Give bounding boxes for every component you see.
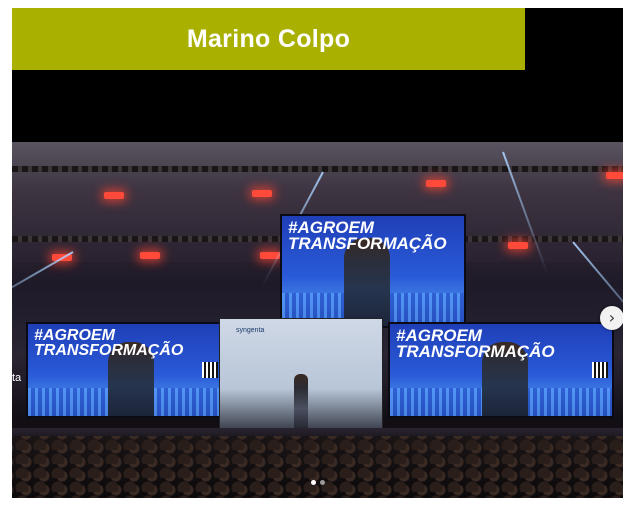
lighting-truss	[12, 166, 623, 172]
post-frame: Marino Colpo #AGROEM TRANSFORMAÇÃO #AGRO…	[12, 8, 623, 498]
edge-text: ta	[12, 372, 22, 384]
qr-code-icon	[592, 362, 608, 378]
screen-hashtag: #AGROEM TRANSFORMAÇÃO	[288, 219, 447, 254]
left-screen: #AGROEM TRANSFORMAÇÃO	[26, 322, 224, 418]
carousel-dot[interactable]	[319, 480, 325, 485]
event-photo: #AGROEM TRANSFORMAÇÃO #AGROEM TRANSFORMA…	[12, 142, 623, 498]
main-screen: #AGROEM TRANSFORMAÇÃO	[280, 214, 466, 328]
stage-light	[252, 190, 272, 197]
sponsor-logo: syngenta	[236, 327, 265, 334]
stage-speaker	[294, 374, 308, 432]
stage-light	[426, 180, 446, 187]
hashtag-line2: TRANSFORMAÇÃO	[34, 342, 184, 360]
right-screen: #AGROEM TRANSFORMAÇÃO	[388, 322, 614, 418]
stage-light	[508, 242, 528, 249]
screen-hashtag: #AGROEM TRANSFORMAÇÃO	[396, 327, 555, 362]
carousel-dot[interactable]	[310, 480, 316, 485]
hashtag-line2: TRANSFORMAÇÃO	[288, 234, 447, 254]
hashtag-line2: TRANSFORMAÇÃO	[396, 342, 555, 362]
stage-light	[606, 172, 623, 179]
carousel-dots	[12, 480, 623, 485]
qr-code-icon	[202, 362, 218, 378]
stage-light	[104, 192, 124, 199]
title-bar: Marino Colpo	[12, 8, 525, 70]
stage-light	[140, 252, 160, 259]
chevron-right-icon: ›	[608, 308, 616, 327]
audience	[12, 436, 623, 498]
carousel-next-button[interactable]: ›	[600, 306, 623, 330]
page-title: Marino Colpo	[186, 24, 351, 53]
screen-hashtag: #AGROEM TRANSFORMAÇÃO	[34, 328, 184, 360]
